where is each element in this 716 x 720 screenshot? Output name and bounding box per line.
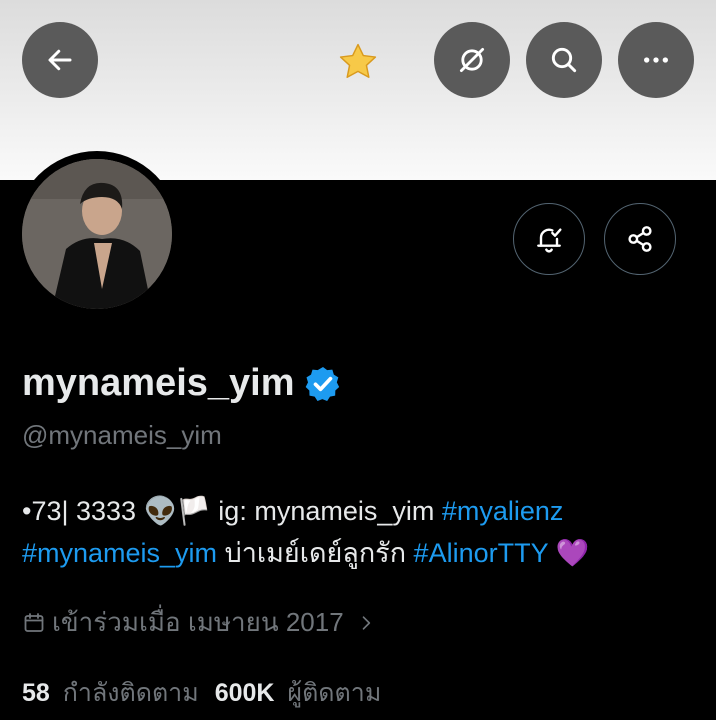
back-button[interactable] — [22, 22, 98, 98]
search-button[interactable] — [526, 22, 602, 98]
notifications-button[interactable] — [513, 203, 585, 275]
grok-button[interactable] — [434, 22, 510, 98]
hashtag-link[interactable]: #AlinorTTY — [414, 538, 549, 568]
bio: •73| 3333 👽🏳️ ig: mynameis_yim #myalienz… — [22, 490, 702, 574]
chevron-right-icon — [362, 615, 370, 630]
arrow-left-icon — [48, 49, 72, 71]
bio-text: บ่าเมย์เดย์ลูกรัก — [217, 538, 414, 568]
follow-stats: 58 กำลังติดตาม 600K ผู้ติดตาม — [22, 673, 381, 713]
following-label: กำลังติดตาม — [62, 679, 199, 707]
star-icon[interactable] — [336, 40, 380, 84]
more-button[interactable] — [618, 22, 694, 98]
bio-emoji: 💜 — [548, 538, 590, 568]
avatar-image — [22, 159, 172, 309]
more-horizontal-icon — [644, 57, 668, 63]
following-link[interactable]: 58 กำลังติดตาม — [22, 673, 199, 713]
grok-slash-icon — [459, 47, 485, 73]
joined-date: เข้าร่วมเมื่อ เมษายน 2017 — [52, 607, 344, 637]
hashtag-link[interactable]: #mynameis_yim — [22, 538, 217, 568]
display-name: mynameis_yim — [22, 362, 295, 404]
verified-badge-icon[interactable] — [303, 364, 343, 404]
followers-count: 600K — [214, 679, 275, 707]
handle: @mynameis_yim — [22, 420, 222, 450]
share-button[interactable] — [604, 203, 676, 275]
joined-date-row[interactable]: เข้าร่วมเมื่อ เมษายน 2017 — [22, 602, 376, 643]
bio-text: •73| 3333 👽🏳️ ig: mynameis_yim — [22, 496, 442, 526]
hashtag-link[interactable]: #myalienz — [442, 496, 564, 526]
following-count: 58 — [22, 679, 50, 707]
followers-label: ผู้ติดตาม — [287, 679, 382, 707]
avatar[interactable] — [14, 151, 180, 317]
followers-link[interactable]: 600K ผู้ติดตาม — [215, 673, 382, 713]
calendar-icon — [24, 612, 44, 632]
display-name-row: mynameis_yim — [22, 362, 343, 405]
search-icon — [551, 47, 577, 73]
bell-check-icon — [537, 228, 562, 253]
share-icon — [628, 226, 652, 252]
